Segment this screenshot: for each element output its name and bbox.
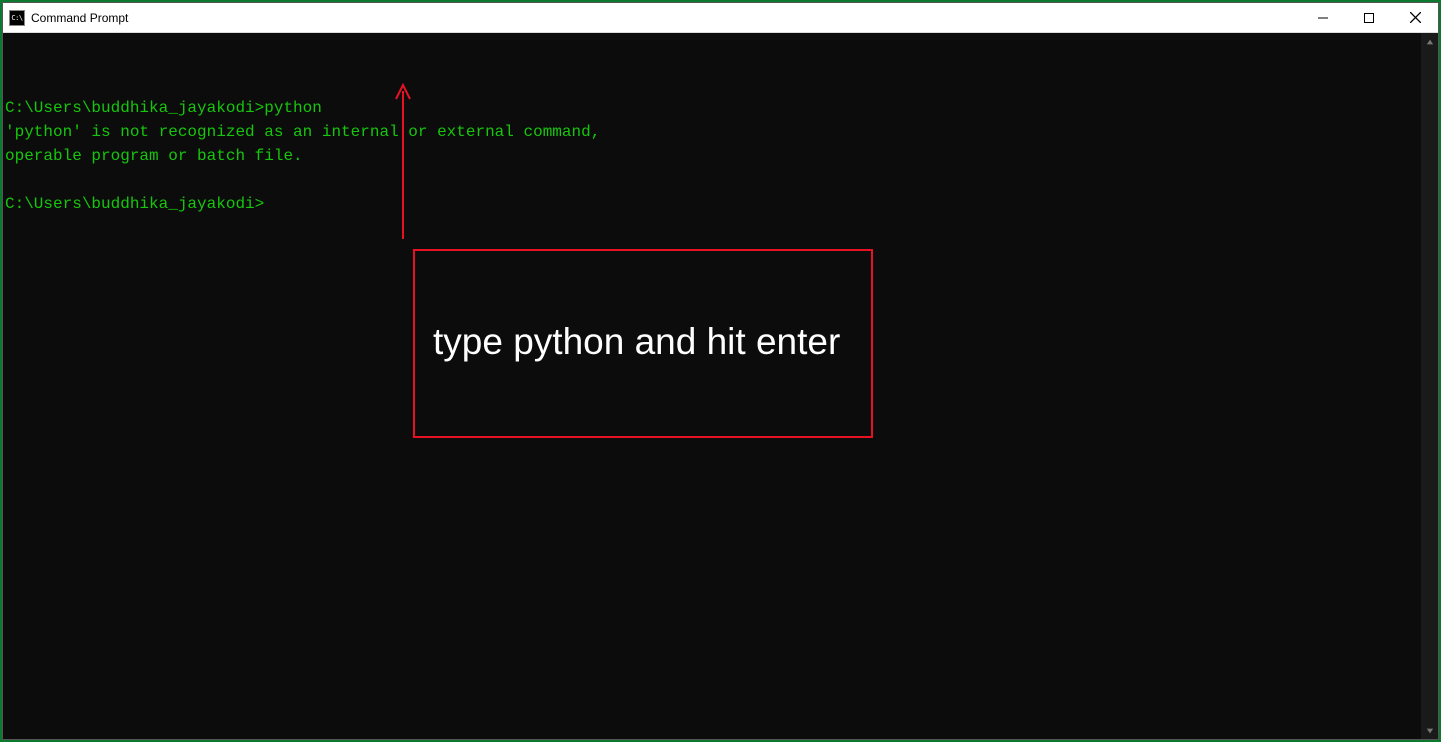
terminal[interactable]: C:\Users\buddhika_jayakodi>python'python… [3, 33, 1421, 739]
window-controls [1300, 3, 1438, 32]
terminal-line [5, 168, 1419, 192]
terminal-line: C:\Users\buddhika_jayakodi> [5, 192, 1419, 216]
cmd-window: C:\ Command Prompt C:\Users\buddhika_jay… [2, 2, 1439, 740]
annotation-text: type python and hit enter [433, 317, 853, 366]
terminal-area: C:\Users\buddhika_jayakodi>python'python… [3, 33, 1438, 739]
cmd-icon: C:\ [9, 10, 25, 26]
titlebar[interactable]: C:\ Command Prompt [3, 3, 1438, 33]
annotation-callout: type python and hit enter [413, 249, 873, 438]
window-title: Command Prompt [31, 11, 1300, 25]
maximize-button[interactable] [1346, 3, 1392, 32]
minimize-button[interactable] [1300, 3, 1346, 32]
close-button[interactable] [1392, 3, 1438, 32]
command: python [264, 99, 322, 117]
vertical-scrollbar[interactable] [1421, 33, 1438, 739]
terminal-line: C:\Users\buddhika_jayakodi>python [5, 96, 1419, 120]
terminal-line: operable program or batch file. [5, 144, 1419, 168]
prompt: C:\Users\buddhika_jayakodi> [5, 195, 264, 213]
scroll-down-icon[interactable] [1421, 722, 1438, 739]
scrollbar-track[interactable] [1421, 50, 1438, 722]
prompt: C:\Users\buddhika_jayakodi> [5, 99, 264, 117]
terminal-line: 'python' is not recognized as an interna… [5, 120, 1419, 144]
scroll-up-icon[interactable] [1421, 33, 1438, 50]
